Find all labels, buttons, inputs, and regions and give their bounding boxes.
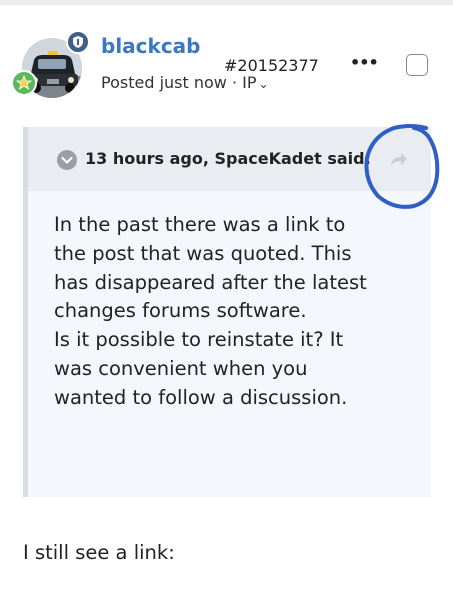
star-icon bbox=[15, 74, 33, 90]
chevron-down-icon[interactable] bbox=[57, 150, 77, 170]
quote-block: 13 hours ago, SpaceKadet said: In the pa… bbox=[23, 127, 431, 497]
quote-line: In the past there was a link to bbox=[54, 213, 346, 236]
quote-line: was convenient when you bbox=[54, 356, 308, 380]
posted-time: Posted just now · IP bbox=[101, 73, 257, 92]
chevron-down-icon[interactable]: ⌄ bbox=[258, 77, 268, 91]
more-options-icon[interactable]: ••• bbox=[350, 53, 379, 72]
share-arrow-icon[interactable] bbox=[388, 149, 410, 169]
quote-line: the post that was quoted. This bbox=[54, 241, 352, 265]
quote-line: changes forums software. bbox=[54, 299, 307, 323]
post-header: blackcab #20152377 Posted just now · IP ⌄… bbox=[0, 0, 453, 110]
shield-icon bbox=[73, 36, 83, 48]
quote-header[interactable]: 13 hours ago, SpaceKadet said: bbox=[28, 127, 431, 191]
quote-citation: 13 hours ago, SpaceKadet said: bbox=[85, 149, 371, 168]
username-link[interactable]: blackcab bbox=[101, 34, 201, 58]
quote-line: wanted to follow a discussion. bbox=[54, 385, 348, 409]
reply-text: I still see a link: bbox=[23, 541, 175, 564]
select-post-checkbox[interactable] bbox=[406, 54, 428, 76]
post-meta[interactable]: Posted just now · IP ⌄ bbox=[101, 73, 269, 92]
moderator-badge bbox=[66, 30, 90, 54]
quote-line: Is it possible to reinstate it? It bbox=[54, 328, 344, 352]
star-badge bbox=[11, 70, 37, 96]
quote-line: has disappeared after the latest bbox=[54, 270, 367, 294]
quote-body: In the past there was a link to the post… bbox=[54, 211, 424, 413]
